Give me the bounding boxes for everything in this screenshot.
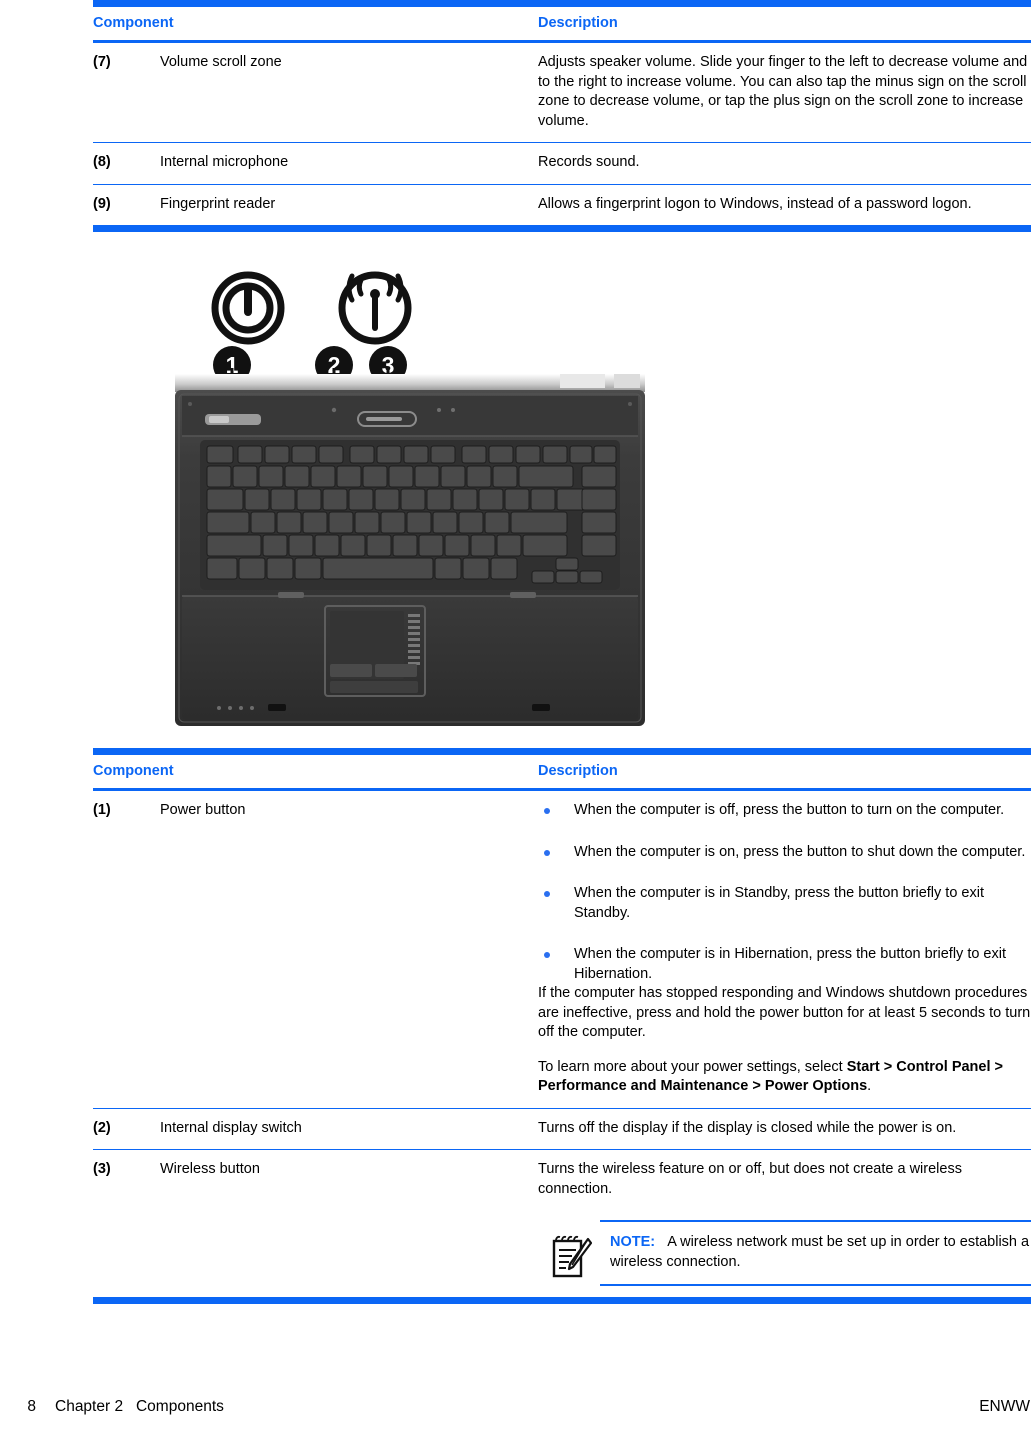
table-top-rule bbox=[93, 0, 1031, 7]
row-component: Internal display switch bbox=[160, 1119, 302, 1136]
internal-display-switch-hw bbox=[331, 407, 337, 413]
page-footer: 8 Chapter 2 Components ENWW bbox=[0, 1398, 1032, 1428]
computer-top-view-figure: 1 2 3 bbox=[170, 268, 650, 730]
table-row: (7) Volume scroll zone Adjusts speaker v… bbox=[93, 43, 1031, 143]
table-row: (8) Internal microphone Records sound. bbox=[93, 143, 1031, 185]
row-description: Records sound. bbox=[538, 154, 640, 170]
table-row: (3) Wireless button Turns the wireless f… bbox=[93, 1150, 1031, 1297]
row-number: (7) bbox=[93, 54, 111, 70]
table-header-row: Component Description bbox=[93, 7, 1031, 43]
list-item: When the computer is on, press the butto… bbox=[538, 843, 1031, 863]
row-number: (9) bbox=[93, 195, 111, 212]
list-item: When the computer is in Hibernation, pre… bbox=[538, 945, 1031, 984]
row-number: (3) bbox=[93, 1161, 111, 1177]
laptop-illustration bbox=[175, 368, 645, 726]
row-number: (2) bbox=[93, 1119, 111, 1136]
table-row: (2) Internal display switch Turns off th… bbox=[93, 1109, 1031, 1150]
table-bottom-rule bbox=[93, 1297, 1031, 1304]
note-label: NOTE: bbox=[610, 1234, 656, 1250]
footer-page-number: 8 bbox=[27, 1398, 36, 1415]
component-table-bottom: Component Description (1) Power button W… bbox=[93, 748, 1031, 1304]
touchpad-left-button bbox=[330, 664, 372, 677]
list-item: When the computer is off, press the butt… bbox=[538, 801, 1031, 821]
power-icon bbox=[211, 271, 285, 345]
row-component: Fingerprint reader bbox=[160, 195, 276, 212]
touchpad-scroll-zone bbox=[408, 614, 420, 665]
row-description: Allows a fingerprint logon to Windows, i… bbox=[538, 195, 972, 212]
wireless-button-text: Turns the wireless feature on or off, bu… bbox=[538, 1161, 962, 1197]
row-component: Power button bbox=[160, 802, 246, 818]
list-item: When the computer is in Standby, press t… bbox=[538, 884, 1031, 923]
row-component: Internal microphone bbox=[160, 154, 289, 170]
row-description: Adjusts speaker volume. Slide your finge… bbox=[538, 54, 1028, 129]
note-text-spacer bbox=[659, 1234, 667, 1250]
table-bottom-rule bbox=[93, 225, 1031, 232]
header-component: Component bbox=[93, 763, 174, 779]
table-header-row: Component Description bbox=[93, 755, 1031, 791]
row-description: When the computer is off, press the butt… bbox=[538, 801, 1031, 1097]
header-description: Description bbox=[538, 15, 618, 31]
row-number: (1) bbox=[93, 802, 111, 818]
row-number: (8) bbox=[93, 154, 111, 170]
document-page: Component Description (7) Volume scroll … bbox=[0, 0, 1032, 1451]
table-top-rule bbox=[93, 748, 1031, 755]
touchpad-right-button bbox=[375, 664, 417, 677]
wireless-icon bbox=[338, 271, 412, 345]
note-callout: NOTE: A wireless network must be set up … bbox=[538, 1220, 1031, 1286]
power-button-paragraph-1: If the computer has stopped responding a… bbox=[538, 985, 1031, 1040]
table-row: (9) Fingerprint reader Allows a fingerpr… bbox=[93, 185, 1031, 226]
note-text: A wireless network must be set up in ord… bbox=[610, 1234, 1030, 1270]
row-component: Wireless button bbox=[160, 1161, 260, 1177]
note-body: NOTE: A wireless network must be set up … bbox=[600, 1220, 1031, 1286]
row-description: Turns off the display if the display is … bbox=[538, 1119, 957, 1136]
footer-locale: ENWW bbox=[979, 1398, 1030, 1415]
power-button-bullet-list: When the computer is off, press the butt… bbox=[538, 801, 1031, 984]
component-table-top: Component Description (7) Volume scroll … bbox=[93, 0, 1031, 232]
header-component: Component bbox=[93, 15, 174, 31]
note-pencil-icon bbox=[552, 1235, 592, 1278]
table-row: (1) Power button When the computer is of… bbox=[93, 791, 1031, 1109]
row-description: Turns the wireless feature on or off, bu… bbox=[538, 1160, 1031, 1286]
display-latch-right bbox=[532, 704, 550, 711]
display-latch-left bbox=[268, 704, 286, 711]
footer-chapter: Chapter 2 Components bbox=[55, 1398, 224, 1415]
paragraph-2-lead: To learn more about your power settings,… bbox=[538, 1058, 847, 1075]
header-description: Description bbox=[538, 763, 618, 779]
paragraph-2-tail: . bbox=[867, 1078, 872, 1094]
row-component: Volume scroll zone bbox=[160, 54, 282, 70]
power-button-paragraph-2: To learn more about your power settings,… bbox=[538, 1058, 1031, 1097]
